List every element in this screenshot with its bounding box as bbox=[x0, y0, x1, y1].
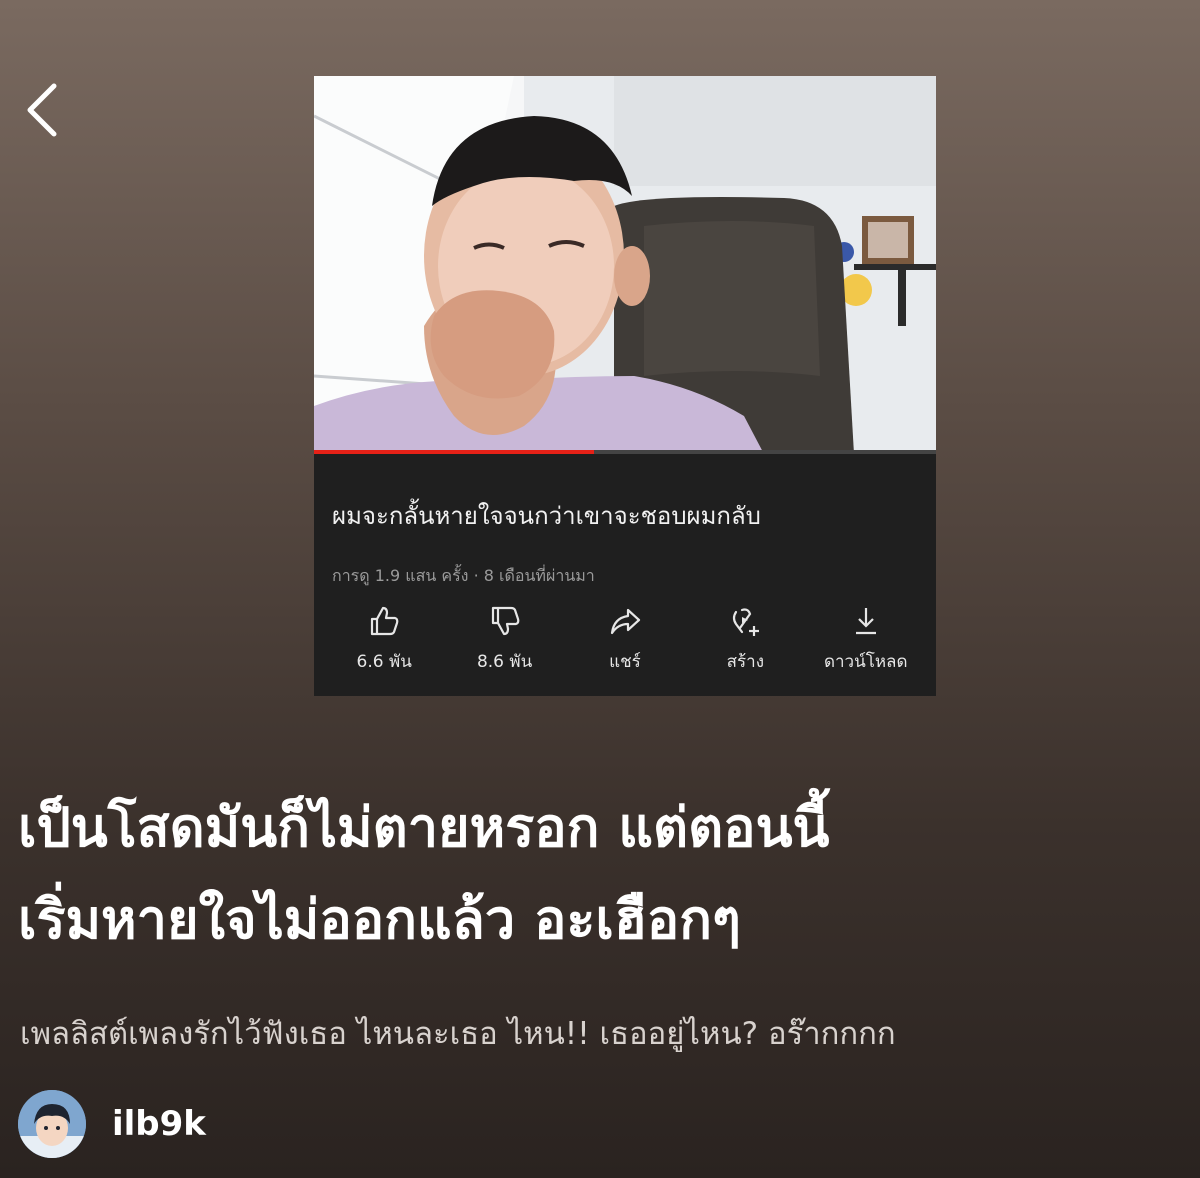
video-progress-fill bbox=[314, 450, 594, 454]
video-thumbnail[interactable] bbox=[314, 76, 936, 454]
like-count: 6.6 พัน bbox=[356, 652, 412, 672]
download-label: ดาวน์โหลด bbox=[823, 652, 908, 672]
create-label: สร้าง bbox=[726, 652, 765, 672]
video-actions-bar: 6.6 พัน 8.6 พัน แชร์ สร้าง ดาวน์โหลด bbox=[314, 604, 936, 684]
post-headline-line-2: เริ่มหายใจไม่ออกแล้ว อะเฮือกๆ bbox=[18, 888, 741, 951]
chevron-left-icon bbox=[27, 83, 57, 137]
like-button[interactable]: 6.6 พัน bbox=[329, 604, 439, 675]
dislike-button[interactable]: 8.6 พัน bbox=[450, 604, 560, 675]
thumbs-down-icon bbox=[491, 606, 519, 636]
share-label: แชร์ bbox=[609, 652, 641, 672]
thumbs-up-icon bbox=[371, 606, 399, 636]
dislike-count: 8.6 พัน bbox=[476, 652, 533, 672]
username[interactable]: ilb9k bbox=[112, 1104, 206, 1144]
video-title[interactable]: ผมจะกลั้นหายใจจนกว่าเขาจะชอบผมกลับ bbox=[332, 496, 761, 535]
avatar[interactable] bbox=[18, 1090, 86, 1158]
video-frame-illustration bbox=[314, 76, 936, 454]
create-button[interactable]: สร้าง bbox=[690, 604, 800, 675]
download-button[interactable]: ดาวน์โหลด bbox=[811, 604, 921, 675]
share-button[interactable]: แชร์ bbox=[570, 604, 680, 675]
post-headline: เป็นโสดมันก็ไม่ตายหรอก แต่ตอนนี้ เริ่มหา… bbox=[18, 782, 1188, 966]
post-author: ilb9k bbox=[18, 1090, 206, 1158]
create-icon bbox=[733, 608, 760, 636]
video-progress-bar[interactable] bbox=[314, 450, 936, 454]
video-screenshot-card: ผมจะกลั้นหายใจจนกว่าเขาจะชอบผมกลับ การดู… bbox=[314, 76, 936, 696]
avatar-illustration bbox=[18, 1090, 86, 1158]
download-icon bbox=[855, 608, 876, 635]
share-icon bbox=[610, 608, 641, 635]
post-headline-line-1: เป็นโสดมันก็ไม่ตายหรอก แต่ตอนนี้ bbox=[18, 796, 830, 859]
video-meta: การดู 1.9 แสน ครั้ง · 8 เดือนที่ผ่านมา bbox=[332, 566, 595, 585]
back-button[interactable] bbox=[22, 80, 66, 140]
post-subtext: เพลลิสต์เพลงรักไว้ฟังเธอ ไหนละเธอ ไหน!! … bbox=[20, 1016, 896, 1052]
